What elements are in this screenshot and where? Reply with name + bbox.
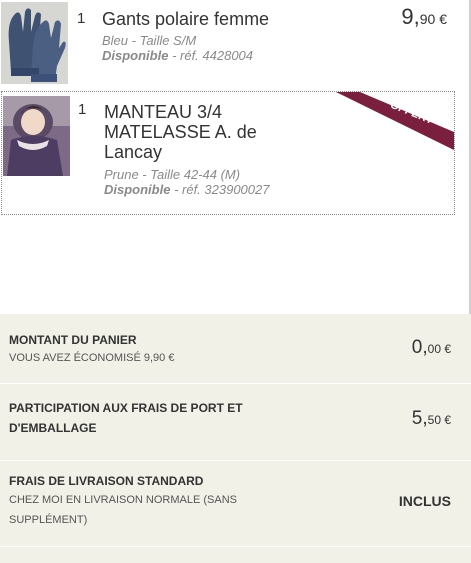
order-summary: MONTANT DU PANIER VOUS AVEZ ÉCONOMISÉ 9,…	[0, 314, 471, 563]
availability-status: Disponible	[104, 182, 171, 197]
price-integer: 9,	[401, 4, 420, 29]
standard-delivery-description: CHEZ MOI EN LIVRAISON NORMALE (SANS SUPP…	[9, 494, 237, 526]
shipping-participation-row: PARTICIPATION AUX FRAIS DE PORT ET D'EMB…	[0, 384, 471, 461]
item-variant: Bleu - Taille S/M	[102, 33, 197, 48]
delivery-included-status: INCLUS	[398, 493, 451, 509]
item-price: 9,90 €	[401, 4, 447, 30]
item-name[interactable]: MANTEAU 3/4 MATELASSE A. de Lancay	[104, 102, 279, 162]
item-details: Bleu - Taille S/M Disponible - réf. 4428…	[102, 33, 253, 63]
shipping-participation-title: PARTICIPATION AUX FRAIS DE PORT ET D'EMB…	[9, 401, 243, 435]
basket-total-row: MONTANT DU PANIER VOUS AVEZ ÉCONOMISÉ 9,…	[0, 314, 471, 384]
amount-decimal: 00 €	[427, 342, 451, 356]
item-details: Prune - Taille 42-44 (M) Disponible - ré…	[104, 167, 279, 197]
price-decimal: 90 €	[419, 11, 447, 27]
basket-total-title: MONTANT DU PANIER	[9, 333, 137, 347]
item-reference: - réf. 323900027	[170, 182, 270, 197]
item-quantity: 1	[77, 10, 86, 27]
shipping-participation-amount: 5,50 €	[412, 408, 451, 430]
standard-delivery-row: FRAIS DE LIVRAISON STANDARD CHEZ MOI EN …	[0, 461, 471, 547]
cart-item-coat: 1 MANTEAU 3/4 MATELASSE A. de Lancay Pru…	[1, 91, 455, 215]
amount-integer: 5,	[411, 408, 428, 429]
basket-total-amount: 0,00 €	[412, 337, 451, 359]
free-gift-ribbon: OFFERT	[336, 92, 454, 150]
standard-delivery-title: FRAIS DE LIVRAISON STANDARD	[9, 474, 204, 488]
coat-image[interactable]	[3, 96, 70, 176]
availability-status: Disponible	[102, 48, 169, 63]
cart-item-gloves: 1 Gants polaire femme Bleu - Taille S/M …	[0, 0, 455, 88]
item-quantity: 1	[78, 101, 87, 118]
item-reference: - réf. 4428004	[168, 48, 254, 63]
gloves-image[interactable]	[1, 2, 68, 84]
amount-integer: 0,	[411, 337, 428, 358]
item-name[interactable]: Gants polaire femme	[102, 9, 269, 29]
item-variant: Prune - Taille 42-44 (M)	[104, 167, 241, 182]
savings-text: VOUS AVEZ ÉCONOMISÉ 9,90 €	[9, 352, 175, 364]
amount-decimal: 50 €	[427, 413, 451, 427]
